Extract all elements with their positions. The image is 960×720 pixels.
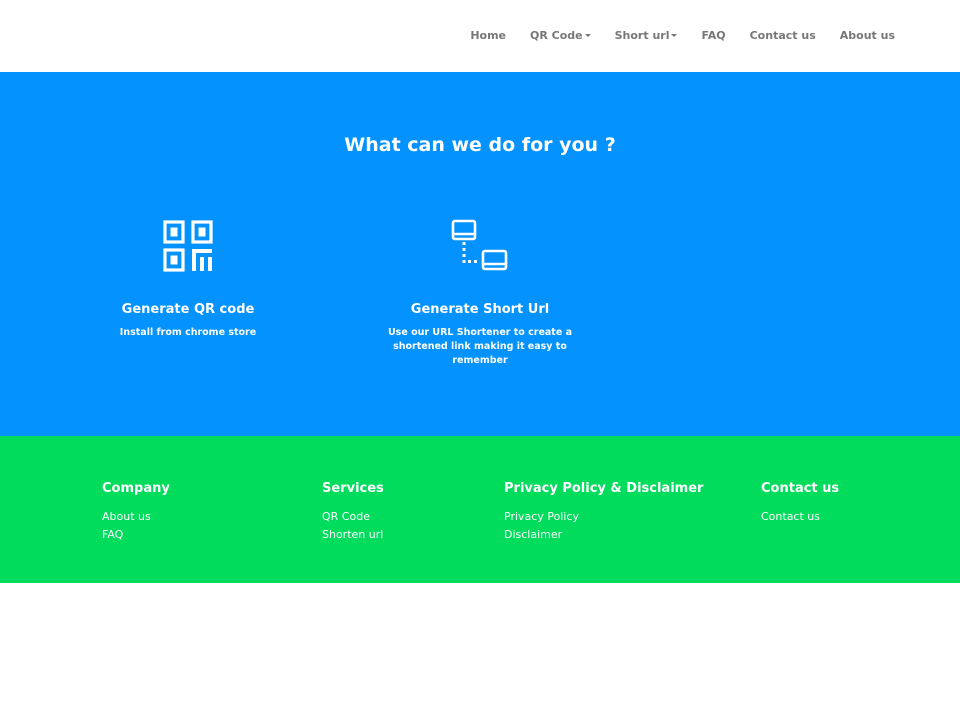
footer-column-contact: Contact us Contact us <box>761 481 839 526</box>
footer-heading: Company <box>102 481 170 496</box>
link-network-icon <box>451 219 508 271</box>
footer-heading: Contact us <box>761 481 840 496</box>
caret-down-icon <box>671 34 678 37</box>
nav-item-about-us[interactable]: About us <box>840 28 895 44</box>
footer-column-privacy: Privacy Policy & Disclaimer Privacy Poli… <box>504 481 703 544</box>
section-title: What can we do for you ? <box>344 134 616 156</box>
feature-short-url: Generate Short Url Use our URL Shortener… <box>355 218 605 368</box>
footer-link-shorten-url[interactable]: Shorten url <box>322 526 384 544</box>
footer-link-privacy-policy[interactable]: Privacy Policy <box>504 508 703 526</box>
feature-description: Use our URL Shortener to create a shorte… <box>387 327 573 366</box>
footer-heading: Privacy Policy & Disclaimer <box>504 481 704 496</box>
footer-link-disclaimer[interactable]: Disclaimer <box>504 526 703 544</box>
nav-item-faq[interactable]: FAQ <box>701 28 725 44</box>
caret-down-icon <box>584 34 591 37</box>
footer-column-company: Company About us FAQ <box>102 481 170 544</box>
footer-column-services: Services QR Code Shorten url <box>322 481 384 544</box>
feature-title: Generate QR code <box>121 302 255 317</box>
footer-link-qr-code[interactable]: QR Code <box>322 508 384 526</box>
nav-item-short-url[interactable]: Short url <box>615 28 678 44</box>
nav-item-contact-us[interactable]: Contact us <box>750 28 816 44</box>
footer-link-faq[interactable]: FAQ <box>102 526 170 544</box>
services-section: What can we do for you ? Generate QR cod… <box>0 72 960 436</box>
nav-item-home[interactable]: Home <box>470 28 506 44</box>
footer-heading: Services <box>322 481 384 496</box>
qr-code-icon <box>163 220 213 272</box>
feature-description: Install from chrome store <box>119 327 257 338</box>
nav-item-qr-code[interactable]: QR Code <box>530 28 591 44</box>
top-navbar: Home QR Code Short url FAQ Contact us Ab… <box>0 0 960 72</box>
site-footer: Company About us FAQ Services QR Code Sh… <box>0 436 960 583</box>
feature-qr-code: Generate QR code Install from chrome sto… <box>63 218 313 340</box>
feature-title: Generate Short Url <box>410 302 550 317</box>
footer-link-contact-us[interactable]: Contact us <box>761 508 839 526</box>
nav-menu: Home QR Code Short url FAQ Contact us Ab… <box>446 28 895 44</box>
footer-link-about-us[interactable]: About us <box>102 508 170 526</box>
